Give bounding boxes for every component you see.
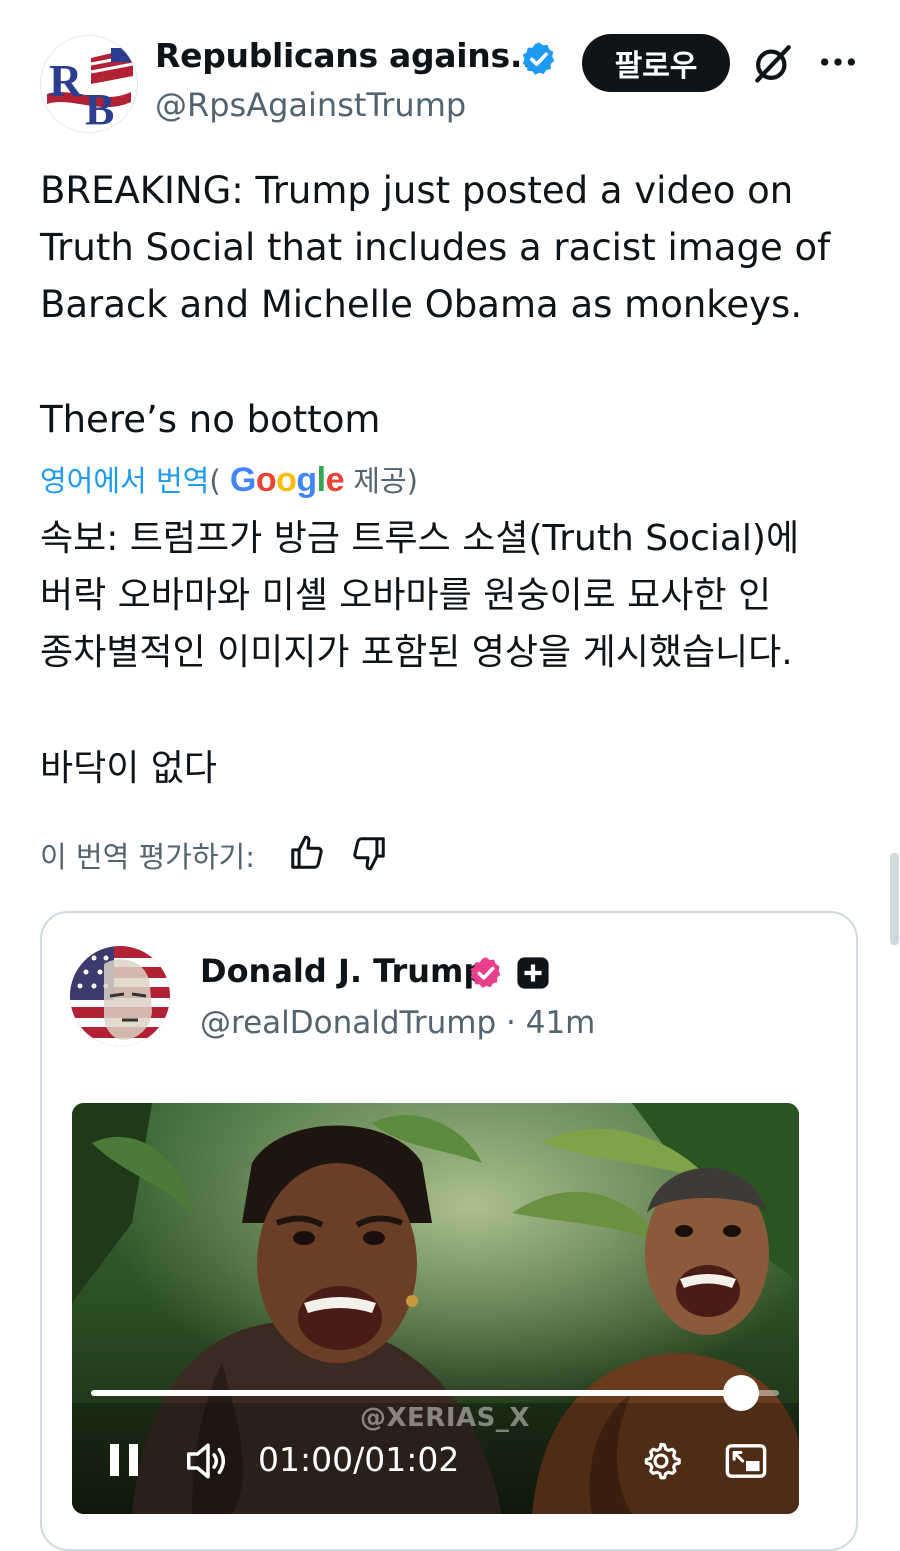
video-progress-fill xyxy=(91,1390,742,1396)
quoted-author-avatar[interactable] xyxy=(70,946,170,1046)
quoted-post-time[interactable]: 41m xyxy=(526,1005,596,1041)
video-time-display: 01:00/01:02 xyxy=(258,1440,460,1479)
thumbs-up-icon[interactable] xyxy=(288,834,326,872)
volume-icon[interactable] xyxy=(185,1440,231,1482)
post-text-line: BREAKING: Trump just posted a video on xyxy=(40,169,794,212)
author-avatar-logo: R B xyxy=(41,36,137,132)
svg-text:B: B xyxy=(85,85,114,132)
pause-icon[interactable] xyxy=(108,1440,140,1480)
post-text-line: Truth Social that includes a racist imag… xyxy=(40,226,831,269)
google-letter: l xyxy=(316,461,326,499)
attribution-suffix: 제공) xyxy=(344,464,418,498)
picture-in-picture-icon[interactable] xyxy=(724,1440,768,1482)
video-watermark: @XERIAS_X xyxy=(360,1403,530,1433)
video-scrubber-handle[interactable] xyxy=(723,1375,760,1411)
quoted-author-name[interactable]: Donald J. Trump xyxy=(200,952,486,990)
author-handle[interactable]: @RpsAgainstTrump xyxy=(155,86,466,124)
author-avatar[interactable]: R B xyxy=(40,35,138,133)
post-text-line: There’s no bottom xyxy=(40,398,381,441)
more-icon[interactable] xyxy=(818,42,858,82)
flag-portrait-image xyxy=(70,946,170,1046)
meta-separator: · xyxy=(496,1005,526,1041)
translated-text-line: 종차별적인 이미지가 포함된 영상을 게시했습니다. xyxy=(40,632,793,673)
attribution-paren: ( xyxy=(209,464,221,498)
google-letter: o xyxy=(276,461,297,499)
translation-attribution[interactable]: 영어에서 번역( Google 제공) xyxy=(40,458,418,500)
svg-text:R: R xyxy=(49,55,83,106)
verified-badge-icon xyxy=(522,42,555,75)
translation-source-link[interactable]: 영어에서 번역 xyxy=(40,464,209,498)
grok-icon[interactable] xyxy=(752,42,794,84)
google-letter: G xyxy=(229,461,256,499)
rate-translation-label: 이 번역 평가하기: xyxy=(40,840,255,874)
translated-text-line: 바닥이 없다 xyxy=(40,748,218,789)
translated-text-line: 버락 오바마와 미셸 오바마를 원숭이로 묘사한 인 xyxy=(40,575,772,616)
author-name[interactable]: Republicans agains... xyxy=(155,36,547,75)
thumbs-down-icon[interactable] xyxy=(350,834,388,872)
post-text-line: Barack and Michelle Obama as monkeys. xyxy=(40,283,803,326)
quoted-author-handle[interactable]: @realDonaldTrump xyxy=(200,1005,496,1041)
google-letter: o xyxy=(255,461,277,499)
scrollbar[interactable] xyxy=(890,853,899,945)
quoted-author-meta: @realDonaldTrump · 41m xyxy=(200,1005,595,1041)
plus-badge-icon xyxy=(517,957,549,989)
google-letter: e xyxy=(325,461,345,499)
settings-icon[interactable] xyxy=(640,1440,682,1482)
google-letter: g xyxy=(296,461,317,499)
verified-badge-icon xyxy=(470,957,501,988)
google-logo: Google xyxy=(229,461,345,499)
follow-button[interactable]: 팔로우 xyxy=(582,34,730,92)
translated-text-line: 속보: 트럼프가 방금 트루스 소셜(Truth Social)에 xyxy=(40,518,800,559)
